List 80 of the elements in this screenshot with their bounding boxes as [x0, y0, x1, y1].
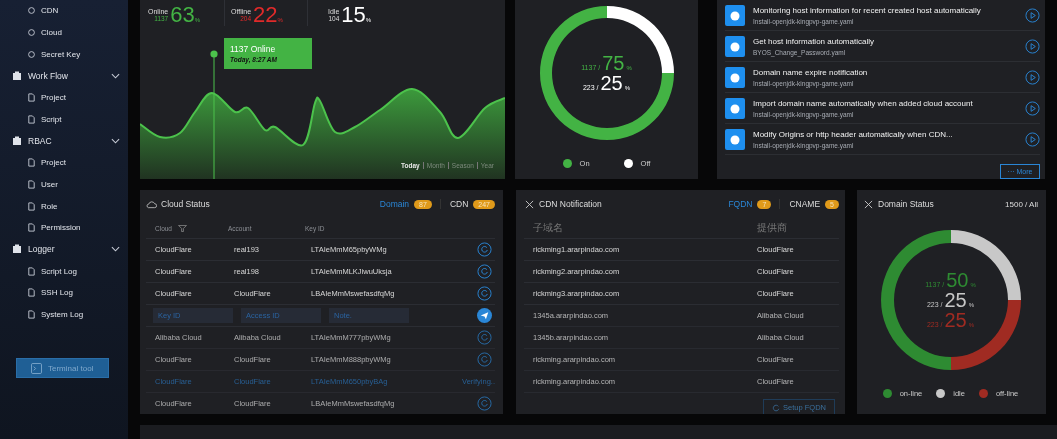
refresh-button-icon[interactable] [477, 330, 492, 345]
folder-icon [12, 70, 22, 81]
folder-icon [12, 135, 22, 146]
document-icon [27, 158, 36, 168]
total-count: 1500 / All [1005, 199, 1038, 209]
sidebar-item[interactable]: System Log [0, 303, 128, 326]
node-icon [27, 6, 36, 16]
document-icon [27, 223, 36, 233]
folder-icon [12, 244, 22, 255]
center-percent: 50 [946, 270, 969, 290]
play-button-icon[interactable] [1025, 131, 1040, 147]
sidebar-item[interactable]: Script Log [0, 260, 128, 282]
tooltip-title: 1137 Online [230, 44, 277, 54]
document-icon [27, 201, 36, 211]
document-icon [27, 266, 36, 276]
play-button-icon[interactable] [1025, 7, 1040, 23]
refresh-button-icon[interactable] [477, 396, 492, 411]
column-header: 子域名 [533, 221, 564, 235]
document-icon [27, 288, 36, 298]
sidebar-item[interactable]: Project [0, 151, 128, 174]
sidebar-group-label: RBAC [28, 135, 53, 146]
document-icon [27, 309, 36, 319]
panel-title: CDN Notification [539, 199, 603, 209]
refresh-button-icon[interactable] [477, 352, 492, 367]
cross-arrows-icon [524, 199, 535, 209]
sidebar-group-label: Logger [28, 244, 56, 255]
refresh-button-icon[interactable] [477, 264, 492, 279]
workflow-icon [725, 66, 745, 88]
stat-percent: 22 [253, 4, 278, 26]
play-button-icon[interactable] [1025, 38, 1040, 54]
tab[interactable]: CDN [439, 199, 469, 209]
stat-percent: 15 [341, 4, 366, 26]
sidebar-item[interactable]: Cloud [0, 21, 128, 44]
panel-title: Domain Status [878, 199, 935, 209]
sidebar-item[interactable]: Role [0, 195, 128, 217]
filter-icon[interactable] [178, 224, 187, 232]
sidebar-item[interactable]: Script [0, 108, 128, 131]
workflow-title: Domain name expire notification [753, 67, 869, 77]
sidebar-group-item[interactable]: RBAC [0, 130, 128, 152]
workflow-icon [725, 97, 745, 119]
workflow-title: Monitoring host information for recent created host automatically [753, 5, 982, 15]
terminal-icon [31, 362, 42, 374]
document-icon [27, 93, 36, 103]
workflow-title: Import domain name automatically when added cloud account [753, 98, 974, 108]
sidebar-item[interactable]: Secret Key [0, 43, 128, 66]
center-percent: 25 [944, 310, 967, 330]
workflow-icon [725, 128, 745, 150]
center-percent: 25 [944, 290, 967, 310]
center-percent: 25 [600, 73, 623, 93]
workflow-icon [725, 4, 745, 26]
play-button-icon[interactable] [1025, 69, 1040, 85]
center-percent: 75 [602, 53, 625, 73]
refresh-button-icon[interactable] [477, 242, 492, 257]
sidebar-item[interactable]: SSH Log [0, 281, 128, 304]
sidebar-item[interactable]: User [0, 173, 128, 196]
tab[interactable]: Domain [379, 199, 410, 209]
tab[interactable]: FQDN [728, 199, 753, 209]
workflow-title: Get host information automatically [753, 36, 875, 46]
stat-percent: 63 [170, 4, 195, 26]
workflow-title: Modify Origins or http header automatically when CDN... [753, 129, 954, 139]
refresh-icon [772, 404, 781, 412]
node-icon [27, 28, 36, 38]
cloud-icon [146, 199, 157, 209]
sidebar-group-label: Work Flow [28, 70, 69, 81]
sidebar-group-item[interactable]: Logger [0, 238, 128, 261]
play-button-icon[interactable] [1025, 100, 1040, 116]
sidebar-item[interactable]: CDN [0, 0, 128, 22]
document-icon [27, 114, 36, 124]
cross-arrows-icon [863, 199, 874, 209]
sidebar-group-item[interactable]: Work Flow [0, 65, 128, 87]
node-icon [27, 49, 36, 59]
sidebar-item[interactable]: Permission [0, 216, 128, 239]
document-icon [27, 179, 36, 189]
column-header: 提供商 [757, 221, 788, 235]
send-button-icon[interactable] [477, 308, 492, 323]
workflow-icon [725, 35, 745, 57]
tab[interactable]: CNAME [779, 199, 821, 209]
sidebar-item[interactable]: Project [0, 86, 128, 109]
panel-title: Cloud Status [161, 199, 211, 209]
refresh-button-icon[interactable] [477, 286, 492, 301]
